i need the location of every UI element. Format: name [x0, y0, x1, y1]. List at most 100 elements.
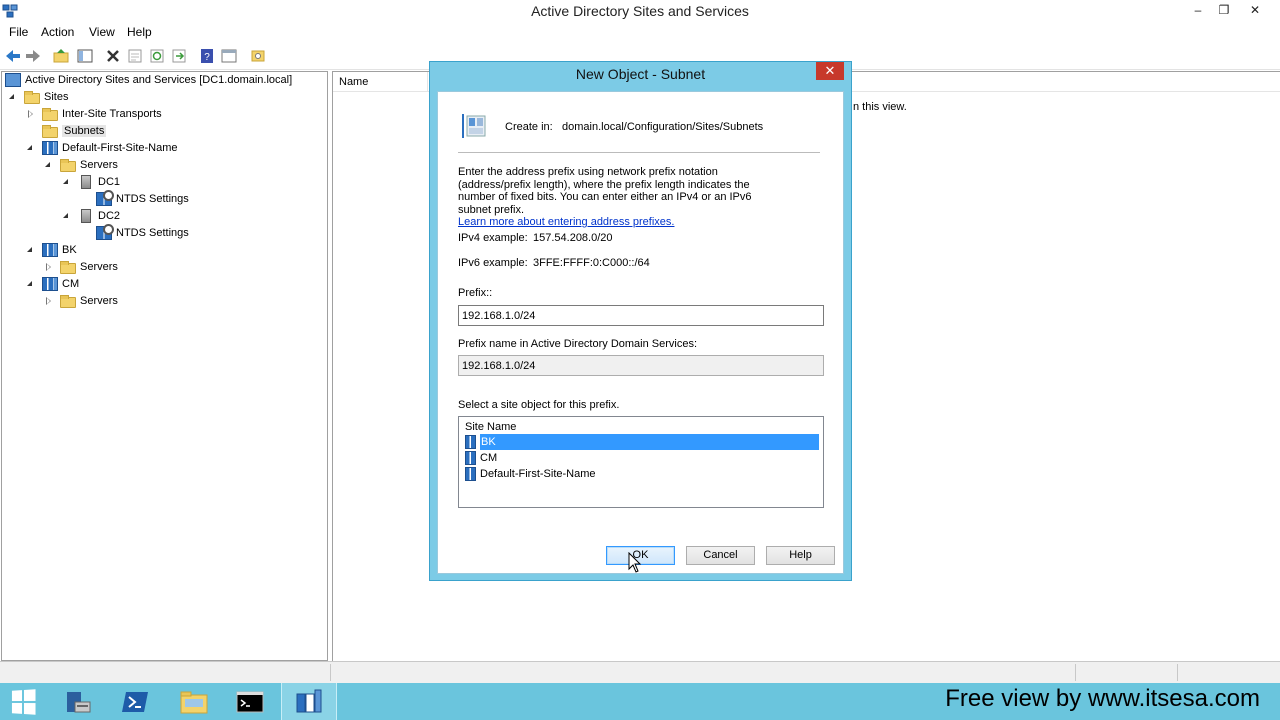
tree-subnets-label: Subnets	[62, 125, 107, 137]
menu-action[interactable]: Action	[41, 25, 74, 39]
console-tree[interactable]: Active Directory Sites and Services [DC1…	[1, 71, 328, 661]
expand-icon[interactable]	[44, 262, 54, 272]
close-window-button[interactable]: ✕	[1240, 0, 1270, 20]
menu-bar: File Action View Help	[0, 22, 1280, 42]
status-divider	[1075, 664, 1076, 681]
tree-dc2[interactable]: DC2	[62, 208, 120, 224]
tree-servers-bk[interactable]: Servers	[44, 259, 118, 275]
site-icon	[465, 451, 476, 465]
create-in-value: domain.local/Configuration/Sites/Subnets	[562, 121, 764, 133]
create-in-label: Create in:	[505, 121, 553, 133]
start-button[interactable]	[0, 683, 46, 720]
tree-ntds-dc1[interactable]: NTDS Settings	[80, 190, 189, 207]
window-titlebar: Active Directory Sites and Services – ❐ …	[0, 0, 1280, 22]
show-hide-tree-icon[interactable]	[76, 47, 94, 65]
tree-ntds-dc2[interactable]: NTDS Settings	[80, 224, 189, 241]
export-list-icon[interactable]	[170, 47, 188, 65]
folder-icon	[180, 691, 208, 713]
mouse-pointer-icon	[628, 552, 642, 573]
tree-root[interactable]: Active Directory Sites and Services [DC1…	[5, 72, 292, 88]
collapse-icon[interactable]	[26, 245, 36, 255]
expand-icon[interactable]	[44, 296, 54, 306]
menu-help[interactable]: Help	[127, 25, 152, 39]
prefix-name-field[interactable]	[458, 355, 824, 376]
maximize-button[interactable]: ❐	[1210, 0, 1238, 20]
subnet-object-icon	[462, 114, 486, 138]
tree-sites[interactable]: Sites	[8, 89, 68, 105]
cancel-button[interactable]: Cancel	[686, 546, 755, 565]
svg-text:?: ?	[204, 52, 210, 63]
filter-icon[interactable]	[249, 47, 267, 65]
prefix-description-text: Enter the address prefix using network p…	[458, 166, 752, 216]
help-button[interactable]: Help	[766, 546, 835, 565]
collapse-icon[interactable]	[26, 279, 36, 289]
site-list-item-label: Default-First-Site-Name	[480, 468, 596, 480]
tree-dc1-label: DC1	[98, 176, 121, 188]
learn-more-link[interactable]: Learn more about entering address prefix…	[458, 216, 778, 229]
column-divider[interactable]	[427, 72, 428, 92]
folder-icon	[24, 90, 40, 104]
folder-icon	[42, 107, 58, 121]
ntds-settings-icon	[96, 224, 114, 240]
tree-bk-label: BK	[62, 244, 77, 256]
collapse-icon[interactable]	[44, 160, 54, 170]
menu-file[interactable]: File	[9, 25, 28, 39]
tree-cm[interactable]: CM	[26, 276, 79, 292]
column-header-name[interactable]: Name	[339, 76, 368, 88]
tree-sites-label: Sites	[44, 91, 69, 103]
view-icon[interactable]	[220, 47, 238, 65]
site-icon	[42, 277, 58, 291]
tree-inter-site-transports[interactable]: Inter-Site Transports	[26, 106, 162, 122]
ad-sites-icon	[5, 73, 21, 87]
windows-logo-icon	[11, 688, 36, 715]
site-list-item[interactable]: CM	[465, 450, 819, 466]
dialog-close-button[interactable]: ✕	[816, 62, 844, 80]
collapse-icon[interactable]	[62, 177, 72, 187]
site-list-item-label: BK	[480, 434, 819, 450]
refresh-icon[interactable]	[148, 47, 166, 65]
taskbar-command-prompt[interactable]	[222, 683, 278, 720]
site-object-list[interactable]: Site Name BK CM Default-First-Site-Name	[458, 416, 824, 508]
command-prompt-icon	[236, 691, 264, 712]
collapse-icon[interactable]	[26, 143, 36, 153]
tree-bk[interactable]: BK	[26, 242, 77, 258]
site-icon	[465, 435, 476, 449]
site-list-item[interactable]: BK	[465, 434, 819, 450]
taskbar-file-explorer[interactable]	[166, 683, 222, 720]
tree-subnets[interactable]: Subnets	[26, 123, 107, 139]
delete-icon[interactable]	[104, 47, 122, 65]
tree-ntds2-label: NTDS Settings	[116, 227, 189, 239]
collapse-icon[interactable]	[62, 211, 72, 221]
properties-icon[interactable]	[126, 47, 144, 65]
tree-servers-cm[interactable]: Servers	[44, 293, 118, 309]
ipv4-example-value: 157.54.208.0/20	[533, 232, 613, 244]
tree-ntds1-label: NTDS Settings	[116, 193, 189, 205]
tree-servers2-label: Servers	[80, 261, 118, 273]
help-icon[interactable]: ?	[198, 47, 216, 65]
tree-servers-default[interactable]: Servers	[44, 157, 118, 173]
folder-icon	[60, 158, 76, 172]
ad-sites-app-icon	[296, 689, 322, 712]
collapse-icon[interactable]	[8, 92, 18, 102]
forward-arrow-icon[interactable]	[24, 47, 42, 65]
powershell-icon	[122, 691, 148, 712]
tree-dc1[interactable]: DC1	[62, 174, 120, 190]
status-divider	[1177, 664, 1178, 681]
up-folder-icon[interactable]	[52, 47, 70, 65]
prefix-label: Prefix::	[458, 287, 493, 299]
taskbar-server-manager[interactable]	[50, 683, 106, 720]
tree-default-site[interactable]: Default-First-Site-Name	[26, 140, 178, 156]
site-list-item-label: CM	[480, 452, 498, 464]
minimize-button[interactable]: –	[1184, 0, 1212, 20]
taskbar-ad-sites-services[interactable]	[281, 683, 337, 720]
expand-icon[interactable]	[26, 109, 36, 119]
site-name-column-header[interactable]: Site Name	[465, 421, 516, 433]
menu-view[interactable]: View	[89, 25, 115, 39]
taskbar-powershell[interactable]	[108, 683, 164, 720]
site-list-item[interactable]: Default-First-Site-Name	[465, 466, 819, 482]
back-arrow-icon[interactable]	[4, 47, 22, 65]
prefix-input[interactable]	[458, 305, 824, 326]
server-icon	[81, 209, 91, 223]
